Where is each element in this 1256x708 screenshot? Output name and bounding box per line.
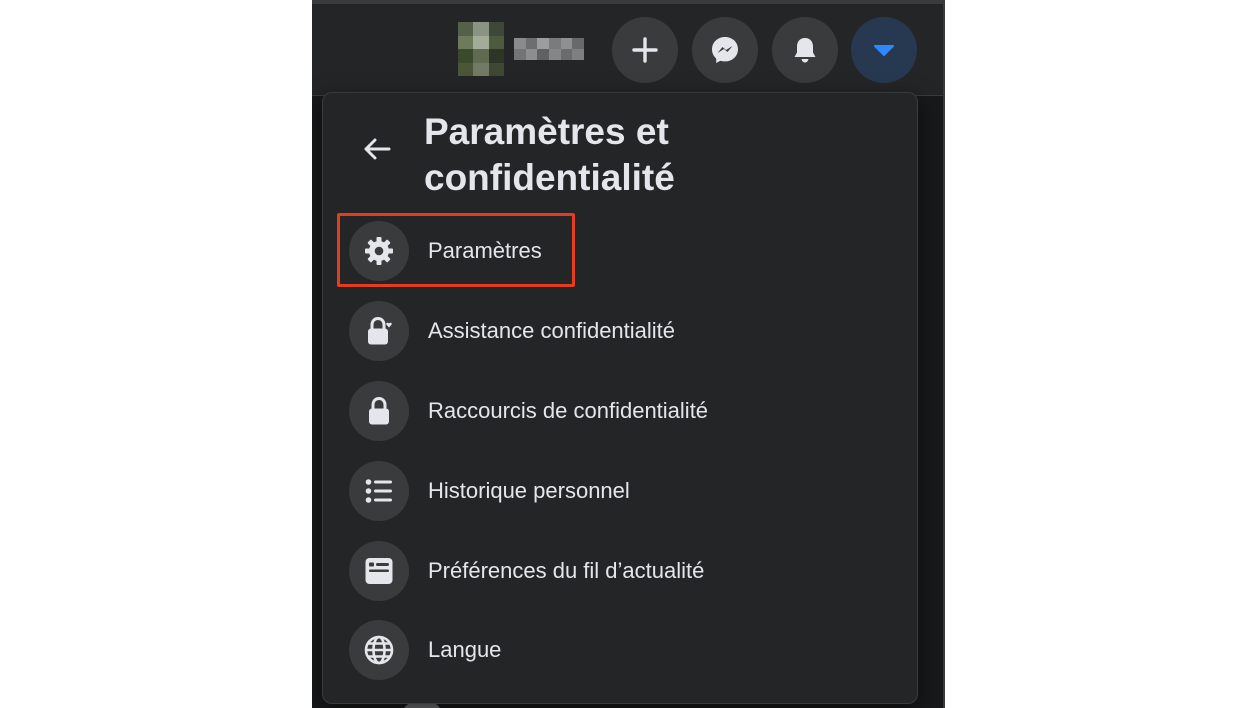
top-strip — [312, 0, 945, 4]
caret-down-icon — [874, 45, 894, 56]
window-edge — [943, 0, 945, 708]
menu-item-settings[interactable]: Paramètres — [337, 213, 903, 289]
gear-icon — [349, 221, 409, 281]
menu-item-privacy-shortcuts[interactable]: Raccourcis de confidentialité — [337, 373, 903, 449]
back-button[interactable] — [357, 129, 397, 169]
menu-item-label: Paramètres — [428, 238, 542, 263]
news-feed-icon — [349, 541, 409, 601]
plus-icon — [632, 37, 658, 63]
profile-name — [514, 38, 584, 60]
profile-shortcut[interactable] — [458, 22, 584, 76]
lock-icon — [349, 381, 409, 441]
globe-icon — [349, 620, 409, 680]
messenger-icon — [712, 37, 738, 63]
lock-heart-icon — [349, 301, 409, 361]
arrow-left-icon — [364, 138, 391, 160]
menu-title: Paramètres et confidentialité — [424, 111, 675, 198]
menu-item-label: Raccourcis de confidentialité — [428, 398, 709, 423]
messenger-button[interactable] — [692, 17, 758, 83]
app-window: Paramètres et confidentialité Paramètres… — [312, 0, 945, 708]
list-icon — [349, 461, 409, 521]
menu-item-label: Préférences du fil d’actualité — [428, 558, 705, 583]
menu-item-label: Langue — [428, 637, 502, 662]
menu-item-label: Assistance confidentialité — [428, 318, 676, 343]
avatar — [458, 22, 504, 76]
menu-item-activity-log[interactable]: Historique personnel — [337, 453, 903, 529]
account-menu-button[interactable] — [851, 17, 917, 83]
bell-icon — [794, 38, 816, 63]
top-bar — [312, 0, 945, 96]
create-button[interactable] — [612, 17, 678, 83]
settings-privacy-menu: Paramètres et confidentialité Paramètres… — [322, 92, 918, 704]
notifications-button[interactable] — [772, 17, 838, 83]
menu-item-privacy-checkup[interactable]: Assistance confidentialité — [337, 293, 903, 369]
menu-item-label: Historique personnel — [428, 478, 630, 503]
menu-item-language[interactable]: Langue — [337, 612, 903, 688]
menu-item-feed-preferences[interactable]: Préférences du fil d’actualité — [337, 533, 903, 609]
